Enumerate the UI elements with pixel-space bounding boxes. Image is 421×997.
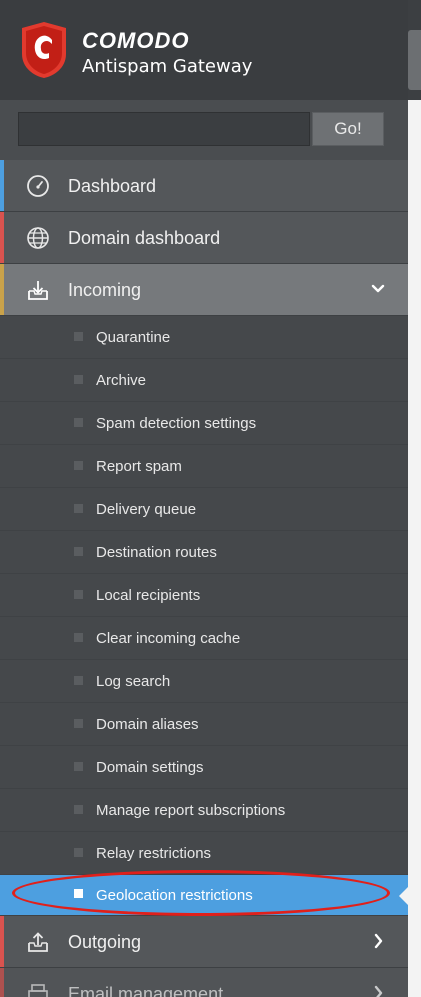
submenu-label: Domain aliases bbox=[96, 716, 199, 733]
submenu-label: Clear incoming cache bbox=[96, 630, 241, 647]
submenu-item-quarantine[interactable]: Quarantine bbox=[0, 316, 408, 359]
bullet-icon bbox=[74, 889, 83, 898]
submenu-label: Local recipients bbox=[96, 587, 201, 604]
content-edge bbox=[408, 0, 421, 997]
submenu-label: Domain settings bbox=[96, 759, 204, 776]
submenu-label: Delivery queue bbox=[96, 501, 197, 518]
gauge-icon bbox=[27, 175, 49, 197]
submenu-item-domain-settings[interactable]: Domain settings bbox=[0, 746, 408, 789]
submenu-item-local-recipients[interactable]: Local recipients bbox=[0, 574, 408, 617]
bullet-icon bbox=[74, 547, 83, 556]
bullet-icon bbox=[74, 590, 83, 599]
sidebar-header: COMODO Antispam Gateway bbox=[0, 0, 408, 100]
nav-item-domain-dashboard[interactable]: Domain dashboard bbox=[0, 212, 408, 264]
submenu-label: Report spam bbox=[96, 458, 182, 475]
search-input[interactable] bbox=[18, 112, 310, 146]
nav-label: Domain dashboard bbox=[68, 228, 221, 248]
submenu-item-log-search[interactable]: Log search bbox=[0, 660, 408, 703]
chevron-right-icon bbox=[374, 933, 383, 949]
submenu-label: Archive bbox=[96, 372, 147, 389]
nav-label: Email management bbox=[68, 984, 224, 997]
bullet-icon bbox=[74, 676, 83, 685]
submenu-label: Spam detection settings bbox=[96, 415, 257, 432]
bullet-icon bbox=[74, 332, 83, 341]
go-button[interactable]: Go! bbox=[312, 112, 384, 146]
nav-item-email-management[interactable]: Email management bbox=[0, 968, 408, 997]
inbox-download-icon bbox=[28, 281, 48, 300]
bullet-icon bbox=[74, 504, 83, 513]
submenu-item-manage-report-subscriptions[interactable]: Manage report subscriptions bbox=[0, 789, 408, 832]
header-tab bbox=[408, 30, 421, 90]
submenu-item-destination-routes[interactable]: Destination routes bbox=[0, 531, 408, 574]
bullet-icon bbox=[74, 848, 83, 857]
incoming-submenu: Quarantine Archive Spam detection settin… bbox=[0, 316, 408, 916]
bullet-icon bbox=[74, 375, 83, 384]
bullet-icon bbox=[74, 418, 83, 427]
nav-item-dashboard[interactable]: Dashboard bbox=[0, 160, 408, 212]
comodo-logo-icon bbox=[22, 22, 66, 78]
submenu-item-report-spam[interactable]: Report spam bbox=[0, 445, 408, 488]
submenu-label: Manage report subscriptions bbox=[96, 802, 286, 819]
brand-name: COMODO bbox=[82, 28, 190, 53]
submenu-item-relay-restrictions[interactable]: Relay restrictions bbox=[0, 832, 408, 875]
nav-item-outgoing[interactable]: Outgoing bbox=[0, 916, 408, 968]
chevron-right-icon bbox=[374, 985, 383, 997]
nav-accent bbox=[0, 212, 4, 263]
bullet-icon bbox=[74, 633, 83, 642]
submenu-label: Relay restrictions bbox=[96, 845, 212, 862]
submenu-item-geolocation-restrictions[interactable]: Geolocation restrictions bbox=[0, 875, 408, 916]
nav-label: Outgoing bbox=[68, 932, 142, 952]
submenu-label: Destination routes bbox=[96, 544, 217, 561]
printer-icon bbox=[28, 984, 48, 997]
nav-item-incoming[interactable]: Incoming bbox=[0, 264, 408, 316]
submenu-label: Geolocation restrictions bbox=[96, 887, 253, 904]
submenu-item-delivery-queue[interactable]: Delivery queue bbox=[0, 488, 408, 531]
product-name: Antispam Gateway bbox=[82, 56, 253, 77]
submenu-item-archive[interactable]: Archive bbox=[0, 359, 408, 402]
sidebar: COMODO Antispam Gateway Go! Dashboard Do… bbox=[0, 0, 408, 997]
nav-label: Dashboard bbox=[68, 176, 157, 196]
outbox-upload-icon bbox=[28, 932, 48, 952]
nav-accent bbox=[0, 968, 4, 997]
chevron-down-icon bbox=[371, 284, 385, 293]
submenu-item-clear-incoming-cache[interactable]: Clear incoming cache bbox=[0, 617, 408, 660]
submenu-label: Quarantine bbox=[96, 329, 171, 346]
nav-accent bbox=[0, 264, 4, 315]
nav-label: Incoming bbox=[68, 280, 142, 300]
bullet-icon bbox=[74, 762, 83, 771]
submenu-item-domain-aliases[interactable]: Domain aliases bbox=[0, 703, 408, 746]
active-pointer bbox=[399, 887, 408, 905]
submenu-label: Log search bbox=[96, 673, 171, 690]
bullet-icon bbox=[74, 461, 83, 470]
globe-icon bbox=[27, 227, 49, 249]
search-bar: Go! bbox=[0, 100, 408, 160]
submenu-item-spam-detection-settings[interactable]: Spam detection settings bbox=[0, 402, 408, 445]
nav-accent bbox=[0, 160, 4, 211]
bullet-icon bbox=[74, 805, 83, 814]
bullet-icon bbox=[74, 719, 83, 728]
nav-accent bbox=[0, 916, 4, 967]
